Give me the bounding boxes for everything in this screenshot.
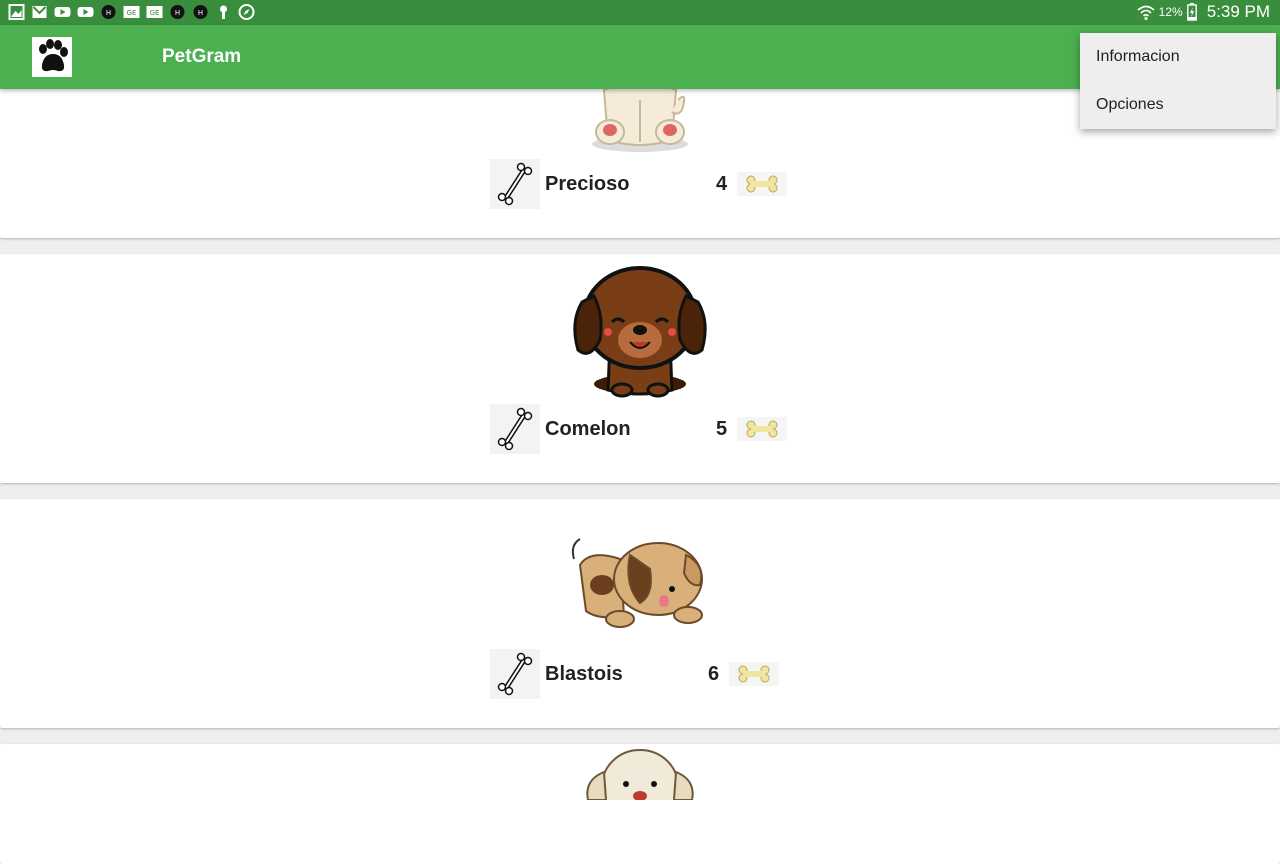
- hangouts-icon: H: [170, 5, 185, 19]
- like-bone-button[interactable]: [490, 649, 540, 699]
- pet-rating: 4: [716, 173, 728, 195]
- wifi-icon: [1137, 5, 1155, 20]
- pet-image-brown-puppy: [573, 266, 707, 398]
- pet-card: [0, 744, 1280, 864]
- pet-rating: 6: [708, 663, 720, 685]
- like-bone-button[interactable]: [490, 159, 540, 209]
- rating-bone: [729, 662, 779, 686]
- pet-image-spotted-puppy: [571, 538, 703, 628]
- ge-icon: GE: [146, 6, 163, 18]
- pet-name: Precioso: [545, 173, 630, 195]
- hangouts-icon: H: [193, 5, 208, 19]
- svg-text:GE: GE: [150, 9, 160, 17]
- bone-yellow-icon: [746, 420, 778, 438]
- bone-yellow-icon: [746, 175, 778, 193]
- pet-row: Blastois 6: [490, 649, 790, 699]
- svg-text:GE: GE: [127, 9, 137, 17]
- pet-name: Comelon: [545, 418, 631, 440]
- pet-name: Blastois: [545, 663, 623, 685]
- app-logo[interactable]: [32, 37, 72, 77]
- compass-icon: [238, 4, 255, 20]
- pet-card: Comelon 5: [0, 254, 1280, 483]
- youtube-icon: [77, 7, 94, 17]
- notification-icons: H GE GE H H: [8, 4, 255, 20]
- clock: 5:39 PM: [1206, 2, 1270, 21]
- svg-text:H: H: [198, 9, 203, 17]
- menu-item-opciones[interactable]: Opciones: [1080, 81, 1276, 129]
- pet-row: Precioso 4: [490, 159, 790, 209]
- bone-yellow-icon: [738, 665, 770, 683]
- status-right: 12% 5:39 PM: [1137, 2, 1270, 22]
- bone-icon: [497, 162, 533, 206]
- menu-item-informacion[interactable]: Informacion: [1080, 33, 1276, 81]
- keyhole-icon: [220, 5, 227, 19]
- svg-text:H: H: [175, 9, 180, 17]
- youtube-icon: [54, 7, 71, 17]
- bone-icon: [497, 652, 533, 696]
- pet-image-white-puppy: [586, 749, 694, 800]
- battery-percent: 12%: [1158, 5, 1183, 19]
- hangouts-icon: H: [101, 5, 116, 19]
- pet-card: Blastois 6: [0, 499, 1280, 728]
- app-title: PetGram: [162, 46, 242, 67]
- gmail-icon: [32, 6, 47, 18]
- like-bone-button[interactable]: [490, 404, 540, 454]
- pet-image-cream-puppy: [592, 81, 688, 152]
- ge-icon: GE: [123, 6, 140, 18]
- rating-bone: [737, 172, 787, 196]
- image-icon: [8, 4, 25, 20]
- paw-icon: [39, 39, 68, 72]
- pet-rating: 5: [716, 418, 728, 440]
- bone-icon: [497, 407, 533, 451]
- pet-row: Comelon 5: [490, 404, 790, 454]
- status-bar: H GE GE H H 12% 5:39 PM: [0, 0, 1280, 25]
- overflow-menu: Informacion Opciones: [1080, 33, 1276, 129]
- battery-charging-icon: [1186, 3, 1197, 21]
- svg-text:H: H: [106, 9, 111, 17]
- rating-bone: [737, 417, 787, 441]
